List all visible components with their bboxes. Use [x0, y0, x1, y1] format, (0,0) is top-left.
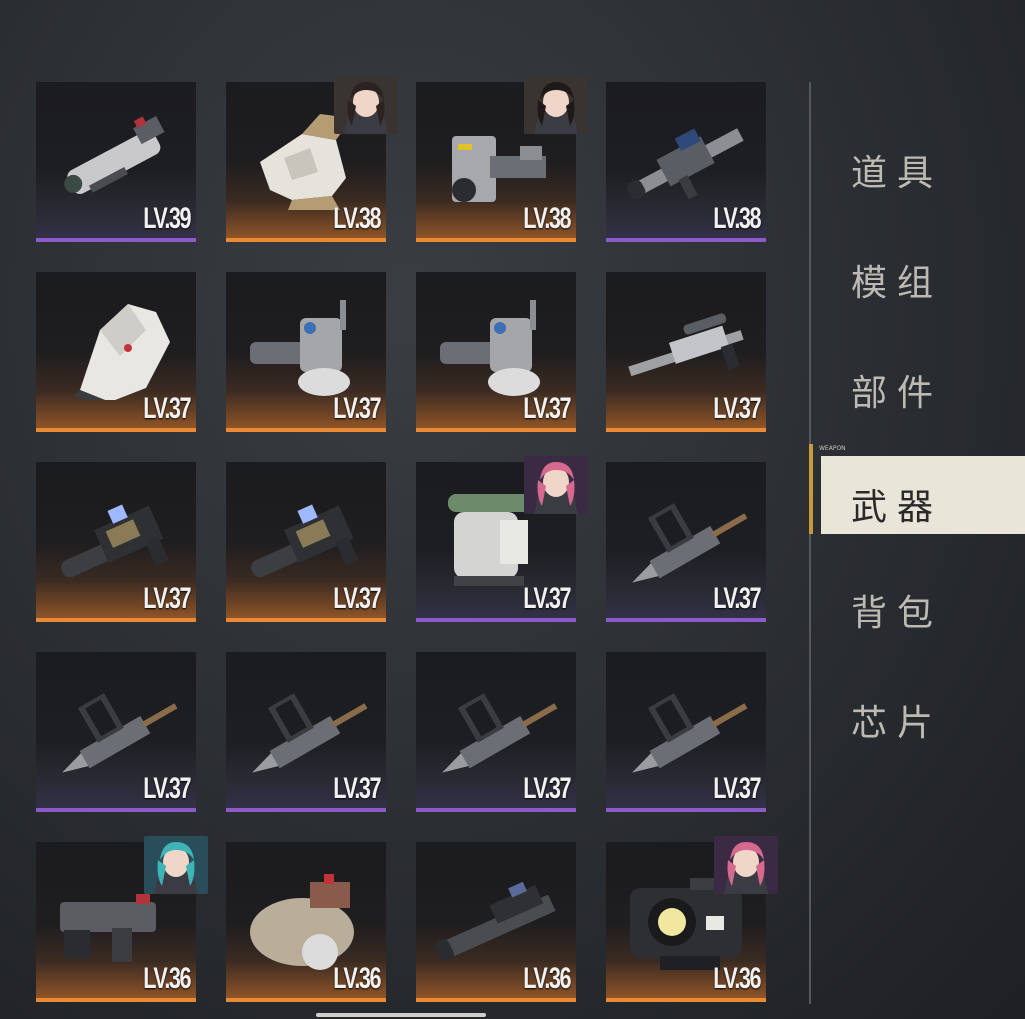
rarity-bar [226, 428, 386, 432]
level-label: LV.38 [333, 202, 381, 235]
level-label: LV.37 [333, 582, 381, 615]
equipped-character-avatar [524, 456, 588, 514]
menu-item[interactable]: 部件 [809, 342, 1025, 422]
smg-icon [240, 480, 372, 590]
rarity-bar [226, 998, 386, 1002]
scrollbar[interactable] [316, 1013, 486, 1017]
level-label: LV.36 [143, 962, 191, 995]
weapon-tile[interactable]: LV.37 [226, 272, 386, 432]
assault-rifle-icon [430, 860, 562, 970]
weapon-tile[interactable]: LV.37 [606, 652, 766, 812]
rarity-bar [36, 808, 196, 812]
drill-lance-icon [240, 670, 372, 780]
rifle-scope-icon [620, 100, 752, 210]
rarity-bar [606, 428, 766, 432]
weapon-tile[interactable]: LV.37 [416, 652, 576, 812]
weapon-tile[interactable]: LV.37 [226, 462, 386, 622]
level-label: LV.36 [333, 962, 381, 995]
menu-item[interactable]: WEAPON 武器 [809, 444, 1025, 536]
weapon-tile[interactable]: LV.37 [36, 462, 196, 622]
level-label: LV.38 [523, 202, 571, 235]
level-label: LV.38 [713, 202, 761, 235]
level-label: LV.37 [523, 392, 571, 425]
level-label: LV.37 [143, 392, 191, 425]
rarity-bar [606, 238, 766, 242]
hover-cannon-icon [240, 860, 372, 970]
level-label: LV.36 [713, 962, 761, 995]
weapon-tile[interactable]: LV.39 [36, 82, 196, 242]
drill-lance-icon [620, 670, 752, 780]
rarity-bar [36, 238, 196, 242]
drill-lance-icon [50, 670, 182, 780]
rarity-bar [36, 428, 196, 432]
menu-item-label: 武器 [851, 487, 944, 528]
level-label: LV.39 [143, 202, 191, 235]
weapon-tile[interactable]: LV.37 [36, 272, 196, 432]
sniper-rifle-icon [620, 290, 752, 400]
level-label: LV.37 [143, 772, 191, 805]
weapon-tile[interactable]: LV.37 [606, 462, 766, 622]
level-label: LV.37 [333, 392, 381, 425]
rarity-bar [606, 998, 766, 1002]
level-label: LV.37 [713, 582, 761, 615]
menu-item[interactable]: 道具 [809, 122, 1025, 202]
smg-icon [50, 480, 182, 590]
rarity-bar [226, 808, 386, 812]
rarity-bar [416, 428, 576, 432]
weapon-tile[interactable]: LV.36 [36, 836, 208, 1002]
active-indicator [809, 444, 813, 534]
shield-drone-icon [50, 290, 182, 408]
drill-lance-icon [620, 480, 752, 590]
menu-item-label: 部件 [851, 373, 944, 414]
level-label: LV.37 [143, 582, 191, 615]
weapon-tile[interactable]: LV.36 [226, 842, 386, 1002]
rarity-bar [606, 618, 766, 622]
weapon-tile[interactable]: LV.38 [226, 76, 398, 242]
rarity-bar [416, 618, 576, 622]
menu-item-label: 道具 [851, 153, 944, 194]
level-label: LV.37 [523, 582, 571, 615]
gatling-cannon-icon [50, 100, 182, 210]
rarity-bar [416, 238, 576, 242]
weapon-grid: LV.39 LV.38 LV.38 LV.38 LV.37 LV.37 LV.37 LV.… [36, 76, 778, 1002]
level-label: LV.37 [333, 772, 381, 805]
equipped-character-avatar [714, 836, 778, 894]
divider [809, 82, 811, 1004]
level-label: LV.36 [523, 962, 571, 995]
menu-item-label: 背包 [851, 593, 944, 634]
menu-item-label: 芯片 [851, 703, 944, 744]
rarity-bar [416, 998, 576, 1002]
weapon-tile[interactable]: LV.37 [416, 272, 576, 432]
rarity-bar [416, 808, 576, 812]
weapon-tile[interactable]: LV.37 [226, 652, 386, 812]
weapon-tile[interactable]: LV.37 [606, 272, 766, 432]
level-label: LV.37 [713, 772, 761, 805]
rarity-bar [606, 808, 766, 812]
weapon-tile[interactable]: LV.37 [36, 652, 196, 812]
rarity-bar [36, 998, 196, 1002]
weapon-tile[interactable]: LV.38 [416, 76, 588, 242]
equipped-character-avatar [524, 76, 588, 134]
rarity-bar [36, 618, 196, 622]
drill-lance-icon [430, 670, 562, 780]
minigun-icon [430, 290, 562, 400]
weapon-tile[interactable]: LV.36 [606, 836, 778, 1002]
weapon-tile[interactable]: LV.37 [416, 456, 588, 622]
equipped-character-avatar [144, 836, 208, 894]
menu-item[interactable]: 模组 [809, 232, 1025, 312]
weapon-tile[interactable]: LV.38 [606, 82, 766, 242]
rarity-bar [226, 238, 386, 242]
menu-item-label: 模组 [851, 263, 944, 304]
menu-item[interactable]: 背包 [809, 562, 1025, 642]
rarity-bar [226, 618, 386, 622]
equipped-character-avatar [334, 76, 398, 134]
minigun-icon [240, 290, 372, 400]
menu-item-tag: WEAPON [819, 445, 846, 452]
level-label: LV.37 [713, 392, 761, 425]
menu-item[interactable]: 芯片 [809, 672, 1025, 752]
level-label: LV.37 [523, 772, 571, 805]
weapon-tile[interactable]: LV.36 [416, 842, 576, 1002]
